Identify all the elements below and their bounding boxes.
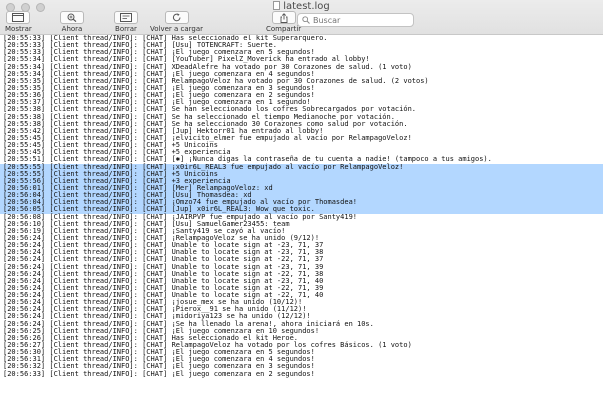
ahora-label: Ahora <box>61 25 83 33</box>
search-icon <box>302 16 310 24</box>
borrar-label: Borrar <box>115 25 137 33</box>
log-line[interactable]: [20:56:33] [Client thread/INFO]: [CHAT] … <box>0 370 603 378</box>
share-label: Compartir <box>266 25 302 33</box>
document-icon <box>273 1 281 10</box>
clear-log-icon <box>120 13 132 22</box>
reload-button[interactable] <box>164 11 189 24</box>
volver-tool[interactable]: Volver a cargar <box>150 11 203 33</box>
share-button[interactable] <box>271 11 296 24</box>
search-field[interactable] <box>297 13 414 27</box>
mostrar-tool[interactable]: Mostrar <box>5 11 32 33</box>
reload-icon <box>172 13 181 22</box>
compartir-tool[interactable]: Compartir <box>266 11 301 33</box>
ahora-tool[interactable]: Ahora <box>60 11 84 33</box>
search-input[interactable] <box>310 15 408 25</box>
share-icon <box>280 12 288 23</box>
toolbar: latest.log Mostrar Ahora Borrar Volver a… <box>0 0 603 35</box>
borrar-tool[interactable]: Borrar <box>114 11 138 33</box>
zoom-icon <box>67 13 77 22</box>
mostrar-button[interactable] <box>6 11 31 24</box>
log-view[interactable]: [20:55:33] [Client thread/INFO]: [CHAT] … <box>0 35 603 400</box>
ahora-button[interactable] <box>60 11 84 24</box>
sidebar-icon <box>12 13 25 22</box>
mostrar-label: Mostrar <box>5 25 32 33</box>
console-window: latest.log Mostrar Ahora Borrar Volver a… <box>0 0 603 400</box>
reload-label: Volver a cargar <box>150 25 204 33</box>
window-title: latest.log <box>0 1 603 12</box>
borrar-button[interactable] <box>114 11 138 24</box>
